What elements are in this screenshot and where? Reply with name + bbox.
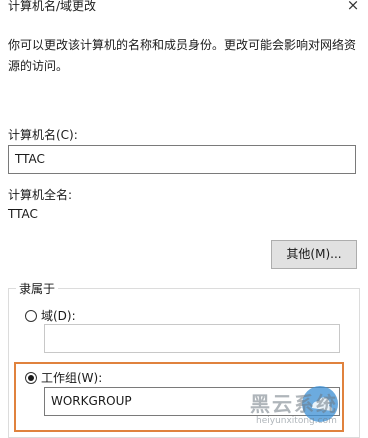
workgroup-option[interactable]: 工作组(W): [25, 369, 102, 386]
workgroup-radio[interactable] [25, 371, 37, 384]
full-name-label: 计算机全名: [8, 188, 73, 202]
watermark-url: heiyunxitong.com [256, 416, 337, 426]
close-button[interactable]: × [338, 0, 368, 18]
domain-input[interactable] [44, 324, 340, 353]
workgroup-label: 工作组(W): [41, 371, 103, 385]
watermark-brand: 黑云系统 [250, 392, 338, 416]
window-title: 计算机名/域更改 [8, 0, 97, 13]
close-icon: × [346, 0, 360, 14]
full-name-value: TTAC [8, 207, 38, 221]
computer-name-label: 计算机名(C): [8, 128, 78, 142]
description-text: 你可以更改该计算机的名称和成员身份。更改可能会影响对网络资源的访问。 [8, 38, 357, 73]
domain-label: 域(D): [41, 309, 76, 323]
member-of-title: 隶属于 [16, 280, 59, 297]
more-button[interactable]: 其他(M)... [271, 240, 357, 269]
domain-radio[interactable] [25, 309, 37, 322]
domain-option[interactable]: 域(D): [25, 307, 76, 324]
computer-name-input[interactable]: TTAC [8, 145, 356, 174]
